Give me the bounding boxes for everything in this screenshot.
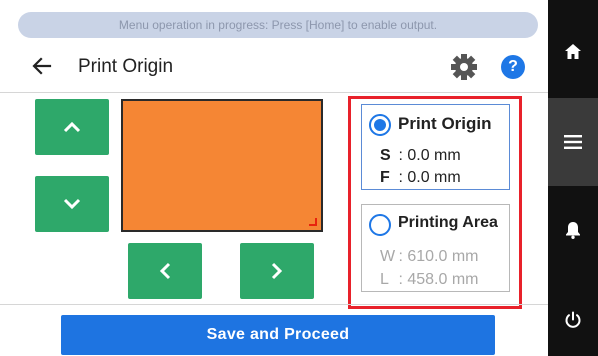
origin-marker [309,218,317,226]
nav-notifications[interactable] [548,186,598,274]
save-and-proceed-button[interactable]: Save and Proceed [61,315,495,355]
bell-icon [566,222,580,239]
back-arrow-icon[interactable] [30,54,54,78]
chevron-right-icon [271,262,283,280]
print-origin-label: Print Origin [398,114,492,133]
page-title: Print Origin [78,56,174,77]
origin-s-row: S : 0.0 mm [380,147,461,165]
print-origin-radio[interactable] [369,114,391,136]
area-w-row: W : 610.0 mm [380,248,478,266]
jog-up-button[interactable] [35,99,109,155]
print-origin-option[interactable]: Print Origin S : 0.0 mm F : 0.0 mm [361,104,510,190]
chevron-left-icon [159,262,171,280]
origin-s-key: S [380,147,391,164]
chevron-up-icon [63,121,81,133]
nav-home[interactable] [548,8,598,96]
origin-s-value: : 0.0 mm [398,147,461,164]
nav-power[interactable] [548,276,598,356]
chevron-down-icon [63,198,81,210]
jog-left-button[interactable] [128,243,202,299]
status-message: Menu operation in progress: Press [Home]… [18,12,538,38]
divider [0,92,548,93]
header: Print Origin ? [0,46,545,90]
jog-right-button[interactable] [240,243,314,299]
gear-icon[interactable] [450,53,478,81]
area-l-row: L : 458.0 mm [380,271,478,289]
jog-down-button[interactable] [35,176,109,232]
nav-menu[interactable] [548,98,598,186]
area-l-key: L [380,271,389,288]
menu-icon [564,135,582,149]
area-w-value: : 610.0 mm [398,248,479,265]
origin-f-key: F [380,169,390,186]
print-area-preview [121,99,323,232]
side-nav [548,0,598,356]
divider [0,304,548,305]
power-icon [565,311,581,328]
printing-area-option[interactable]: Printing Area W : 610.0 mm L : 458.0 mm [361,204,510,292]
printing-area-label: Printing Area [398,214,498,231]
area-l-value: : 458.0 mm [398,271,479,288]
origin-f-row: F : 0.0 mm [380,169,461,187]
printing-area-radio[interactable] [369,214,391,236]
area-w-key: W [380,248,396,265]
help-icon[interactable]: ? [501,55,525,79]
origin-f-value: : 0.0 mm [398,169,461,186]
home-icon [565,44,581,59]
